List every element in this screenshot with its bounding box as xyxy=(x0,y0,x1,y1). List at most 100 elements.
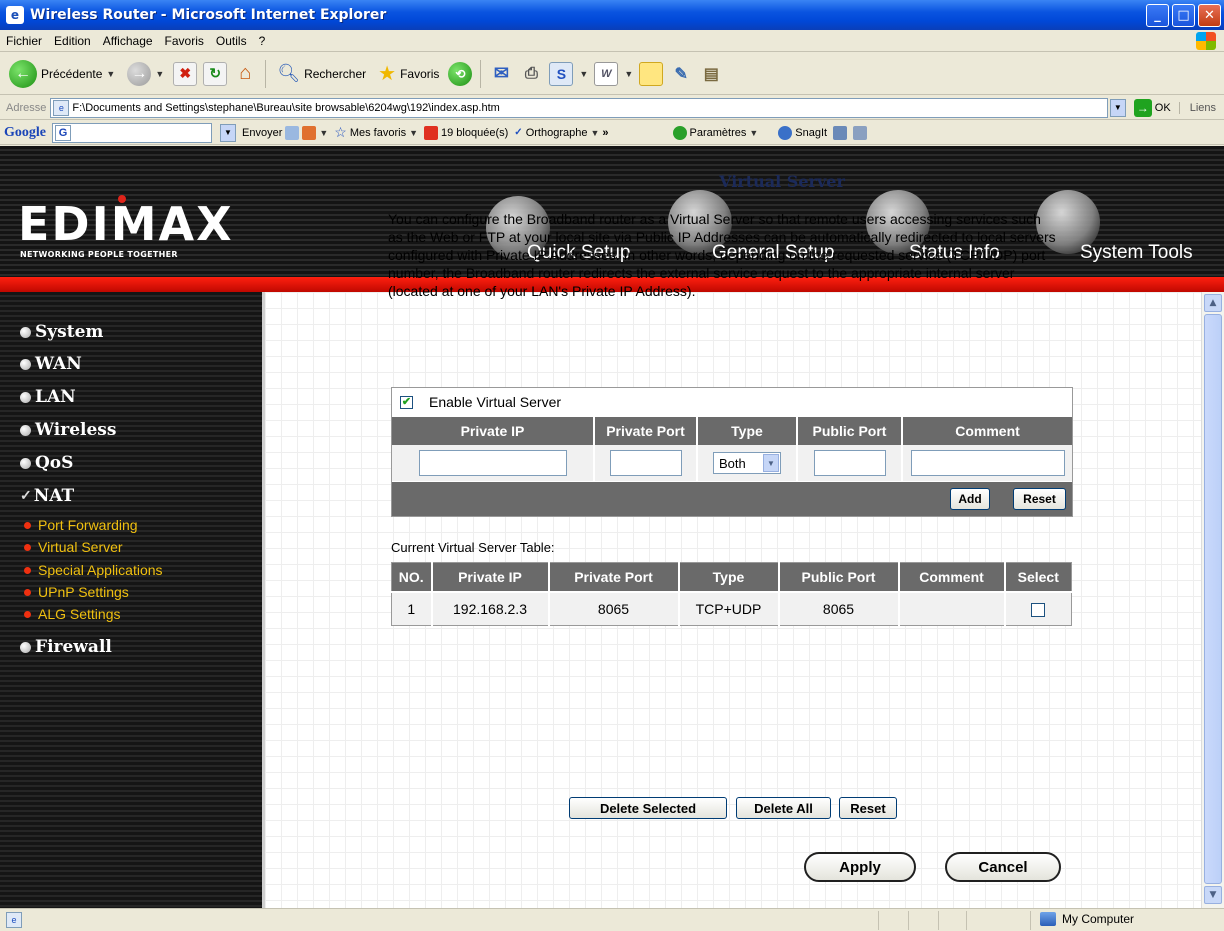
scroll-down-icon[interactable]: ▼ xyxy=(1204,886,1222,904)
status-pane xyxy=(938,911,939,930)
more-icon[interactable]: » xyxy=(602,127,608,139)
research-icon[interactable]: ✎ xyxy=(669,62,693,86)
toolbar-separator xyxy=(265,59,267,88)
sidebar-item-system[interactable]: System xyxy=(20,322,103,342)
menu-outils[interactable]: Outils xyxy=(210,34,253,48)
menu-edition[interactable]: Edition xyxy=(48,34,97,48)
menu-help[interactable]: ? xyxy=(253,34,272,48)
private-ip-cell xyxy=(392,445,595,481)
search-button[interactable]: 🔍︎ Rechercher xyxy=(274,57,369,91)
page-status-icon: e xyxy=(6,912,22,928)
back-dropdown-icon[interactable]: ▼ xyxy=(106,69,115,79)
edit-dropdown-icon[interactable]: ▼ xyxy=(624,69,633,79)
google-dropdown-icon[interactable]: ▼ xyxy=(220,123,236,142)
word-icon[interactable]: W xyxy=(594,61,619,86)
reset-button[interactable]: Reset xyxy=(839,797,897,819)
delete-selected-button[interactable]: Delete Selected xyxy=(569,797,727,819)
scroll-thumb[interactable] xyxy=(1204,314,1222,884)
menu-affichage[interactable]: Affichage xyxy=(97,34,159,48)
scroll-up-icon[interactable]: ▲ xyxy=(1204,294,1222,312)
checkmark-icon: ✓ xyxy=(20,488,32,504)
print-icon[interactable]: ⎙ xyxy=(519,62,543,86)
capture-window-icon[interactable] xyxy=(833,125,848,140)
cell-type: TCP+UDP xyxy=(678,590,780,626)
spell-label: Orthographe xyxy=(525,126,588,139)
refresh-icon[interactable]: ↻ xyxy=(203,61,228,86)
type-cell: Both ▼ xyxy=(698,445,798,481)
sidebar-item-lan[interactable]: LAN xyxy=(20,387,76,407)
close-button[interactable]: ✕ xyxy=(1198,3,1221,27)
sidebar-subitem-port-forwarding[interactable]: Port Forwarding xyxy=(24,517,138,533)
page-icon: e xyxy=(53,99,70,116)
row-select-checkbox[interactable] xyxy=(1031,602,1046,617)
cancel-button[interactable]: Cancel xyxy=(945,852,1061,882)
google-logo[interactable]: Google xyxy=(4,125,46,141)
stop-icon[interactable]: ✖ xyxy=(173,61,198,86)
sidebar-item-wan[interactable]: WAN xyxy=(20,354,82,374)
links-label[interactable]: Liens xyxy=(1178,101,1224,114)
address-url: F:\Documents and Settings\stephane\Burea… xyxy=(72,101,500,114)
comment-input[interactable] xyxy=(910,450,1065,476)
send-label: Envoyer xyxy=(242,126,283,139)
sidebar-item-firewall[interactable]: Firewall xyxy=(20,637,112,657)
type-select-value: Both xyxy=(719,455,746,471)
th-public-port: Public Port xyxy=(778,562,900,592)
private-ip-input[interactable] xyxy=(418,450,567,476)
notes-icon[interactable] xyxy=(639,61,664,86)
sidebar-item-label: WAN xyxy=(35,354,82,374)
favorites-label: Favoris xyxy=(400,66,440,81)
home-icon[interactable]: ⌂ xyxy=(233,62,257,86)
google-search-input[interactable]: G xyxy=(52,122,212,143)
settings-button[interactable]: Paramètres ▼ xyxy=(672,125,758,140)
apply-button[interactable]: Apply xyxy=(804,852,916,882)
maximize-button[interactable]: □ xyxy=(1172,3,1195,27)
cell-public-port: 8065 xyxy=(778,590,900,626)
nav-system-tools-label: System Tools xyxy=(1080,242,1193,263)
sidebar-item-nat[interactable]: ✓ NAT xyxy=(20,486,74,506)
popup-blocker-button[interactable]: 19 bloquée(s) xyxy=(424,125,508,140)
menu-favoris[interactable]: Favoris xyxy=(159,34,210,48)
back-button[interactable]: ← Précédente ▼ xyxy=(6,57,118,91)
messenger-icon[interactable]: ▤ xyxy=(699,62,723,86)
cell-comment xyxy=(898,590,1006,626)
back-arrow-icon: ← xyxy=(9,59,37,88)
sidebar-item-wireless[interactable]: Wireless xyxy=(20,420,116,440)
capture-region-icon[interactable] xyxy=(853,125,868,140)
send-button[interactable]: Envoyer ▼ xyxy=(242,125,328,140)
header-public-port: Public Port xyxy=(798,417,903,445)
add-button[interactable]: Add xyxy=(950,488,990,510)
sidebar-item-label: QoS xyxy=(35,453,74,473)
public-port-input[interactable] xyxy=(813,450,886,476)
skype-icon[interactable]: S xyxy=(549,61,574,86)
favorites-button[interactable]: ★ Favoris xyxy=(375,57,442,91)
address-dropdown-icon[interactable]: ▼ xyxy=(1109,98,1126,117)
spellcheck-button[interactable]: ✓ Orthographe ▼ » xyxy=(514,127,608,139)
sidebar-subitem-alg-settings[interactable]: ALG Settings xyxy=(24,606,121,622)
delete-all-button[interactable]: Delete All xyxy=(736,797,831,819)
sidebar-subitem-virtual-server[interactable]: Virtual Server xyxy=(24,539,123,555)
menu-fichier[interactable]: Fichier xyxy=(0,34,48,48)
type-select[interactable]: Both ▼ xyxy=(713,452,781,474)
sidebar-subitem-upnp-settings[interactable]: UPnP Settings xyxy=(24,584,129,600)
go-button[interactable]: → OK xyxy=(1126,98,1179,117)
bookmarks-button[interactable]: ☆ Mes favoris ▼ xyxy=(334,124,418,141)
sidebar-item-label: Firewall xyxy=(35,637,112,657)
vertical-scrollbar[interactable]: ▲ ▼ xyxy=(1201,292,1224,908)
history-icon[interactable]: ⟲ xyxy=(448,61,473,86)
form-reset-button[interactable]: Reset xyxy=(1013,488,1066,510)
address-input[interactable]: e F:\Documents and Settings\stephane\Bur… xyxy=(50,97,1108,118)
private-port-input[interactable] xyxy=(609,450,682,476)
enable-virtual-server-checkbox[interactable]: ✔ xyxy=(400,395,413,409)
snagit-label: SnagIt xyxy=(795,126,828,139)
forward-dropdown-icon[interactable]: ▼ xyxy=(155,69,164,79)
red-bullet-icon xyxy=(24,610,31,618)
skype-dropdown-icon[interactable]: ▼ xyxy=(579,69,588,79)
bullet-icon xyxy=(20,358,31,370)
sidebar-subitem-special-applications[interactable]: Special Applications xyxy=(24,562,163,578)
forward-button[interactable]: → ▼ xyxy=(124,57,167,91)
minimize-button[interactable]: _ xyxy=(1146,3,1169,27)
bookmarks-label: Mes favoris xyxy=(349,126,407,139)
sidebar-item-qos[interactable]: QoS xyxy=(20,453,73,473)
mail-icon[interactable]: ✉ xyxy=(489,62,513,86)
snagit-button[interactable]: SnagIt xyxy=(778,125,828,140)
